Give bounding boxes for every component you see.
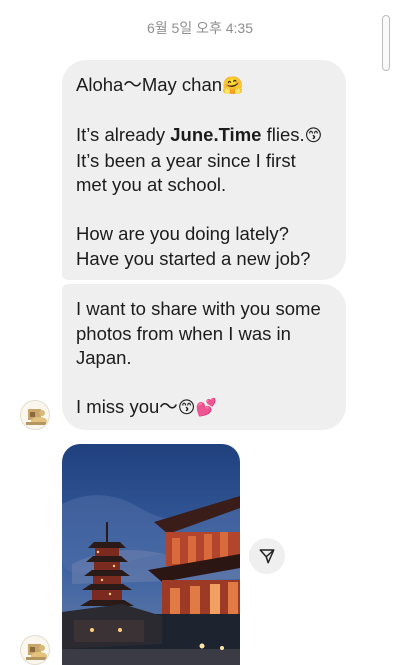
bold-text: June.Time [170, 124, 262, 145]
hugging-face-emoji: 🤗 [222, 76, 244, 96]
message-line: How are you doing lately? [76, 223, 289, 244]
message-line: met you at school. [76, 174, 227, 195]
message-line: flies. [261, 124, 305, 145]
kissing-heart-emoji: 😙💕 [177, 398, 217, 418]
message-bubble-2[interactable]: I want to share with you some photos fro… [62, 284, 346, 430]
greeting-text: Aloha〜May chan [76, 74, 223, 95]
contact-avatar[interactable] [20, 400, 50, 430]
message-line: photos from when I was in [76, 322, 291, 344]
message-line: It’s already [76, 124, 171, 145]
paper-plane-icon [259, 549, 275, 564]
message-bubble-1[interactable]: Aloha〜May chan🤗 It’s already June.Time f… [62, 60, 346, 280]
message-line: Japan. [76, 347, 132, 368]
japan-temple-photo[interactable] [62, 444, 240, 665]
kissing-face-emoji: 😙 [304, 126, 323, 146]
message-timestamp: 6월 5일 오후 4:35 [146, 20, 253, 36]
message-line: It’s been a year since I first [76, 149, 296, 171]
message-line: Have you started a new job? [76, 247, 311, 269]
scrollbar[interactable] [382, 15, 390, 71]
share-button[interactable] [249, 538, 285, 574]
message-line: I want to share with you some [76, 298, 321, 319]
contact-avatar[interactable] [20, 635, 50, 665]
message-line: I miss you〜 [76, 396, 178, 417]
